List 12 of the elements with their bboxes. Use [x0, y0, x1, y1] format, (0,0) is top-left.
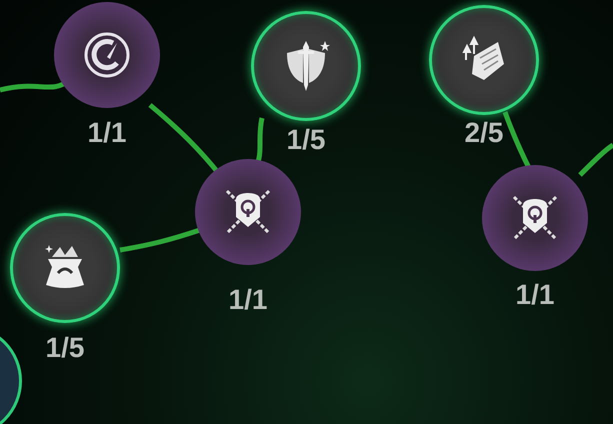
link-line: [256, 118, 264, 163]
rank-label: 2/5: [464, 117, 504, 149]
skill-node[interactable]: [251, 11, 361, 121]
rank-label: 1/1: [228, 284, 268, 316]
link-line: [578, 142, 613, 177]
gauge-icon: [83, 31, 131, 79]
rank-label: 1/1: [86, 117, 128, 149]
rank-label: 1/5: [286, 124, 326, 156]
skill-node[interactable]: [10, 213, 120, 323]
rank-label: 1/5: [44, 332, 86, 364]
rank-label: 1/1: [514, 279, 556, 311]
skill-node[interactable]: [429, 5, 539, 115]
